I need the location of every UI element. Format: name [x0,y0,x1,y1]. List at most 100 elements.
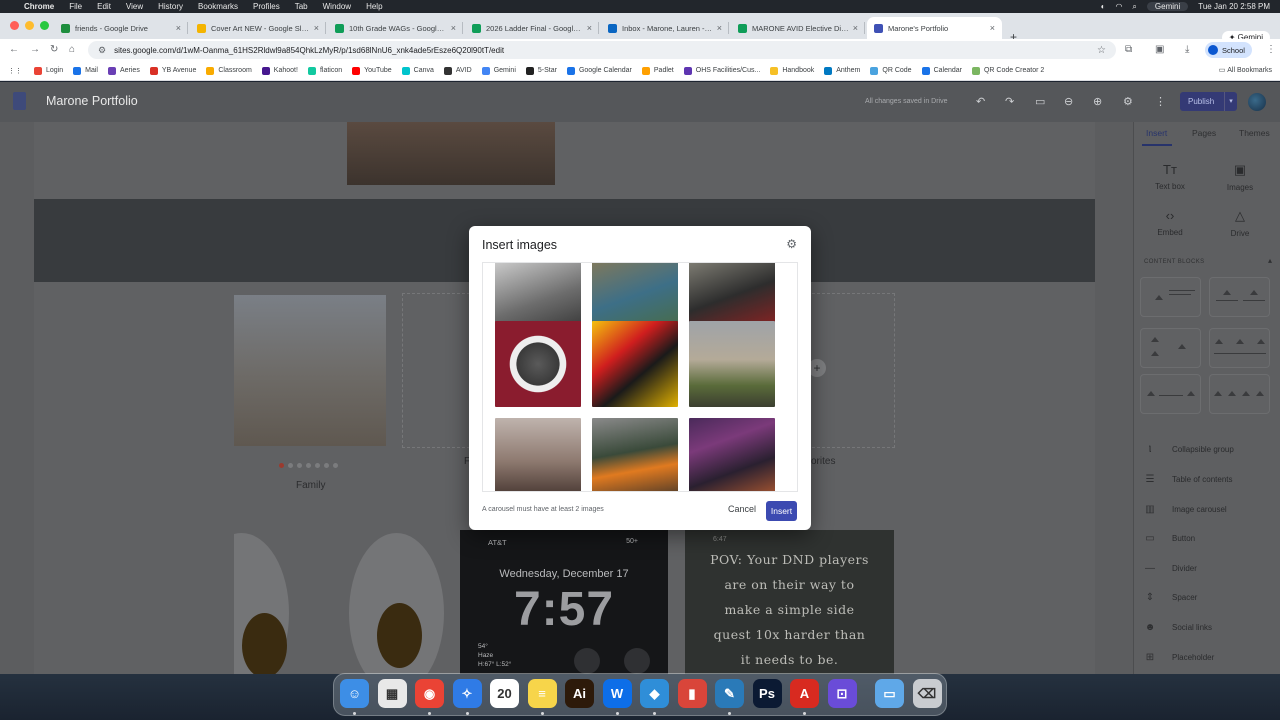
image-thumbnail[interactable] [495,321,581,407]
insert-divider[interactable]: — Divider [1143,563,1197,574]
menubar-datetime[interactable]: Tue Jan 20 2:58 PM [1198,2,1270,11]
family-carousel-image[interactable] [234,295,386,446]
preview-icon[interactable]: ▭ [1035,95,1045,108]
menu-app-name[interactable]: Chrome [24,2,54,11]
search-spotlight-icon[interactable]: ⌕ [1132,2,1136,12]
menu-profiles[interactable]: Profiles [253,2,280,11]
family-caption[interactable]: Family [296,480,325,491]
close-tab-icon[interactable]: × [853,23,858,33]
publish-dropdown-icon[interactable]: ▾ [1224,92,1237,111]
dock-phone-icon[interactable]: ▮ [677,679,707,708]
browser-tab[interactable]: Inbox - Marone, Lauren - Outlook × [601,17,729,39]
bookmark-item[interactable]: Anthem [824,66,860,75]
insert-social-links[interactable]: ☻ Social links [1143,622,1212,633]
insert-images[interactable]: ▣ Images [1210,162,1270,192]
tab-themes[interactable]: Themes [1239,128,1270,138]
bookmark-item[interactable]: Aeries [107,66,140,75]
url-text[interactable]: sites.google.com/d/1wM-Oanma_61HS2Rldwl9… [114,46,504,55]
forward-arrow-icon[interactable]: → [30,44,40,55]
tab-insert[interactable]: Insert [1146,128,1167,138]
image-thumbnail[interactable] [495,418,581,491]
carousel-dots[interactable] [279,463,338,468]
link-icon[interactable]: ⊖ [1064,95,1073,108]
bookmark-item[interactable]: QR Code Creator 2 [971,66,1044,75]
dock-webex-icon[interactable]: W [602,679,632,708]
image-thumbnail[interactable] [689,321,775,407]
settings-gear-icon[interactable]: ⚙ [1123,95,1133,108]
image-thumbnail[interactable] [592,418,678,491]
menu-edit[interactable]: Edit [97,2,111,11]
user-avatar[interactable] [1248,93,1266,111]
menu-bookmarks[interactable]: Bookmarks [198,2,238,11]
zoom-window-icon[interactable] [40,21,49,30]
dock-trash-icon[interactable]: ⌫ [912,679,942,708]
close-tab-icon[interactable]: × [990,23,995,33]
menu-help[interactable]: Help [366,2,382,11]
reload-icon[interactable]: ↻ [50,44,58,55]
browser-tab[interactable]: Cover Art NEW - Google Slides × [190,17,326,39]
redo-icon[interactable]: ↷ [1005,95,1014,108]
content-block-layout[interactable] [1140,277,1201,317]
insert-spacer[interactable]: ⇕ Spacer [1143,592,1198,603]
image-thumbnail[interactable] [689,418,775,491]
dock-acrobat-icon[interactable]: A [790,679,819,708]
insert-drive[interactable]: △ Drive [1210,208,1270,238]
dnd-meme-image[interactable]: 6:47 POV: Your DND players are on their … [685,530,894,674]
undo-icon[interactable]: ↶ [976,95,985,108]
insert-collapsible-group[interactable]: Ⲓ Collapsible group [1143,444,1234,455]
bookmark-item[interactable]: Mail [73,66,98,75]
bookmark-item[interactable]: QR Code [870,66,912,75]
dock-calendar-icon[interactable]: 20 [490,679,519,708]
image-grid[interactable] [482,262,798,492]
apps-grid-icon[interactable]: ⋮⋮ [8,67,22,75]
bookmark-item[interactable]: Classroom [206,66,252,75]
browser-tab[interactable]: Marone's Portfolio × [867,17,1002,39]
more-options-icon[interactable]: ⋮ [1155,95,1166,108]
profile-chip[interactable]: School [1205,42,1252,58]
insert-table-of-contents[interactable]: ☰ Table of contents [1143,474,1233,485]
close-tab-icon[interactable]: × [451,23,456,33]
wifi-icon[interactable]: ◠ [1115,2,1122,11]
close-tab-icon[interactable]: × [587,23,592,33]
dock-reading-icon[interactable]: ✎ [715,679,744,708]
insert-placeholder[interactable]: ⊞ Placeholder [1143,652,1214,663]
dock-illustrator-icon[interactable]: Ai [565,679,594,708]
lockscreen-image[interactable]: AT&T 50+ Wednesday, December 17 7:57 54°… [460,530,668,674]
bookmark-item[interactable]: YouTube [352,66,392,75]
insert-button[interactable]: Insert [766,501,797,521]
bookmark-item[interactable]: AVID [443,66,472,75]
dock-chrome-icon[interactable]: ◉ [415,679,444,708]
browser-tab[interactable]: friends - Google Drive × [54,17,188,39]
insert-button[interactable]: ▭ Button [1143,533,1195,544]
image-thumbnail[interactable] [592,321,678,407]
content-block-layout[interactable] [1209,328,1270,368]
bookmark-item[interactable]: Gemini [481,66,516,75]
bookmark-item[interactable]: Handbook [770,66,814,75]
content-block-layout[interactable] [1209,374,1270,414]
collapse-caret-icon[interactable]: ▴ [1268,256,1272,265]
dock-mirror-icon[interactable]: ⊡ [827,679,857,708]
insert-image-carousel[interactable]: ▥ Image carousel [1143,504,1226,515]
sites-logo-icon[interactable] [13,92,26,110]
menu-file[interactable]: File [69,2,82,11]
minimize-window-icon[interactable] [25,21,34,30]
dock-folder-icon[interactable]: ▭ [875,679,904,708]
menu-history[interactable]: History [158,2,183,11]
browser-tab[interactable]: 10th Grade WAGs - Google Sheets × [328,17,463,39]
site-info-icon[interactable]: ⚙ [98,45,106,56]
close-window-icon[interactable] [10,21,19,30]
side-panel-icon[interactable]: ▣ [1155,44,1164,55]
control-center-icon[interactable]: ◐ [1101,2,1106,11]
content-block-layout[interactable] [1140,374,1201,414]
dock-maps-icon[interactable]: ◆ [640,679,669,708]
bookmark-item[interactable]: Padlet [641,66,674,75]
dock-finder-icon[interactable]: ☺ [340,679,369,708]
menubar-gemini[interactable]: Gemini [1146,2,1189,11]
menu-tab[interactable]: Tab [295,2,308,11]
content-block-layout[interactable] [1140,328,1201,368]
dock-photoshop-icon[interactable]: Ps [752,679,782,708]
close-tab-icon[interactable]: × [176,23,181,33]
publish-button[interactable]: Publish ▾ [1180,92,1237,111]
home-icon[interactable]: ⌂ [69,44,75,55]
close-tab-icon[interactable]: × [717,23,722,33]
